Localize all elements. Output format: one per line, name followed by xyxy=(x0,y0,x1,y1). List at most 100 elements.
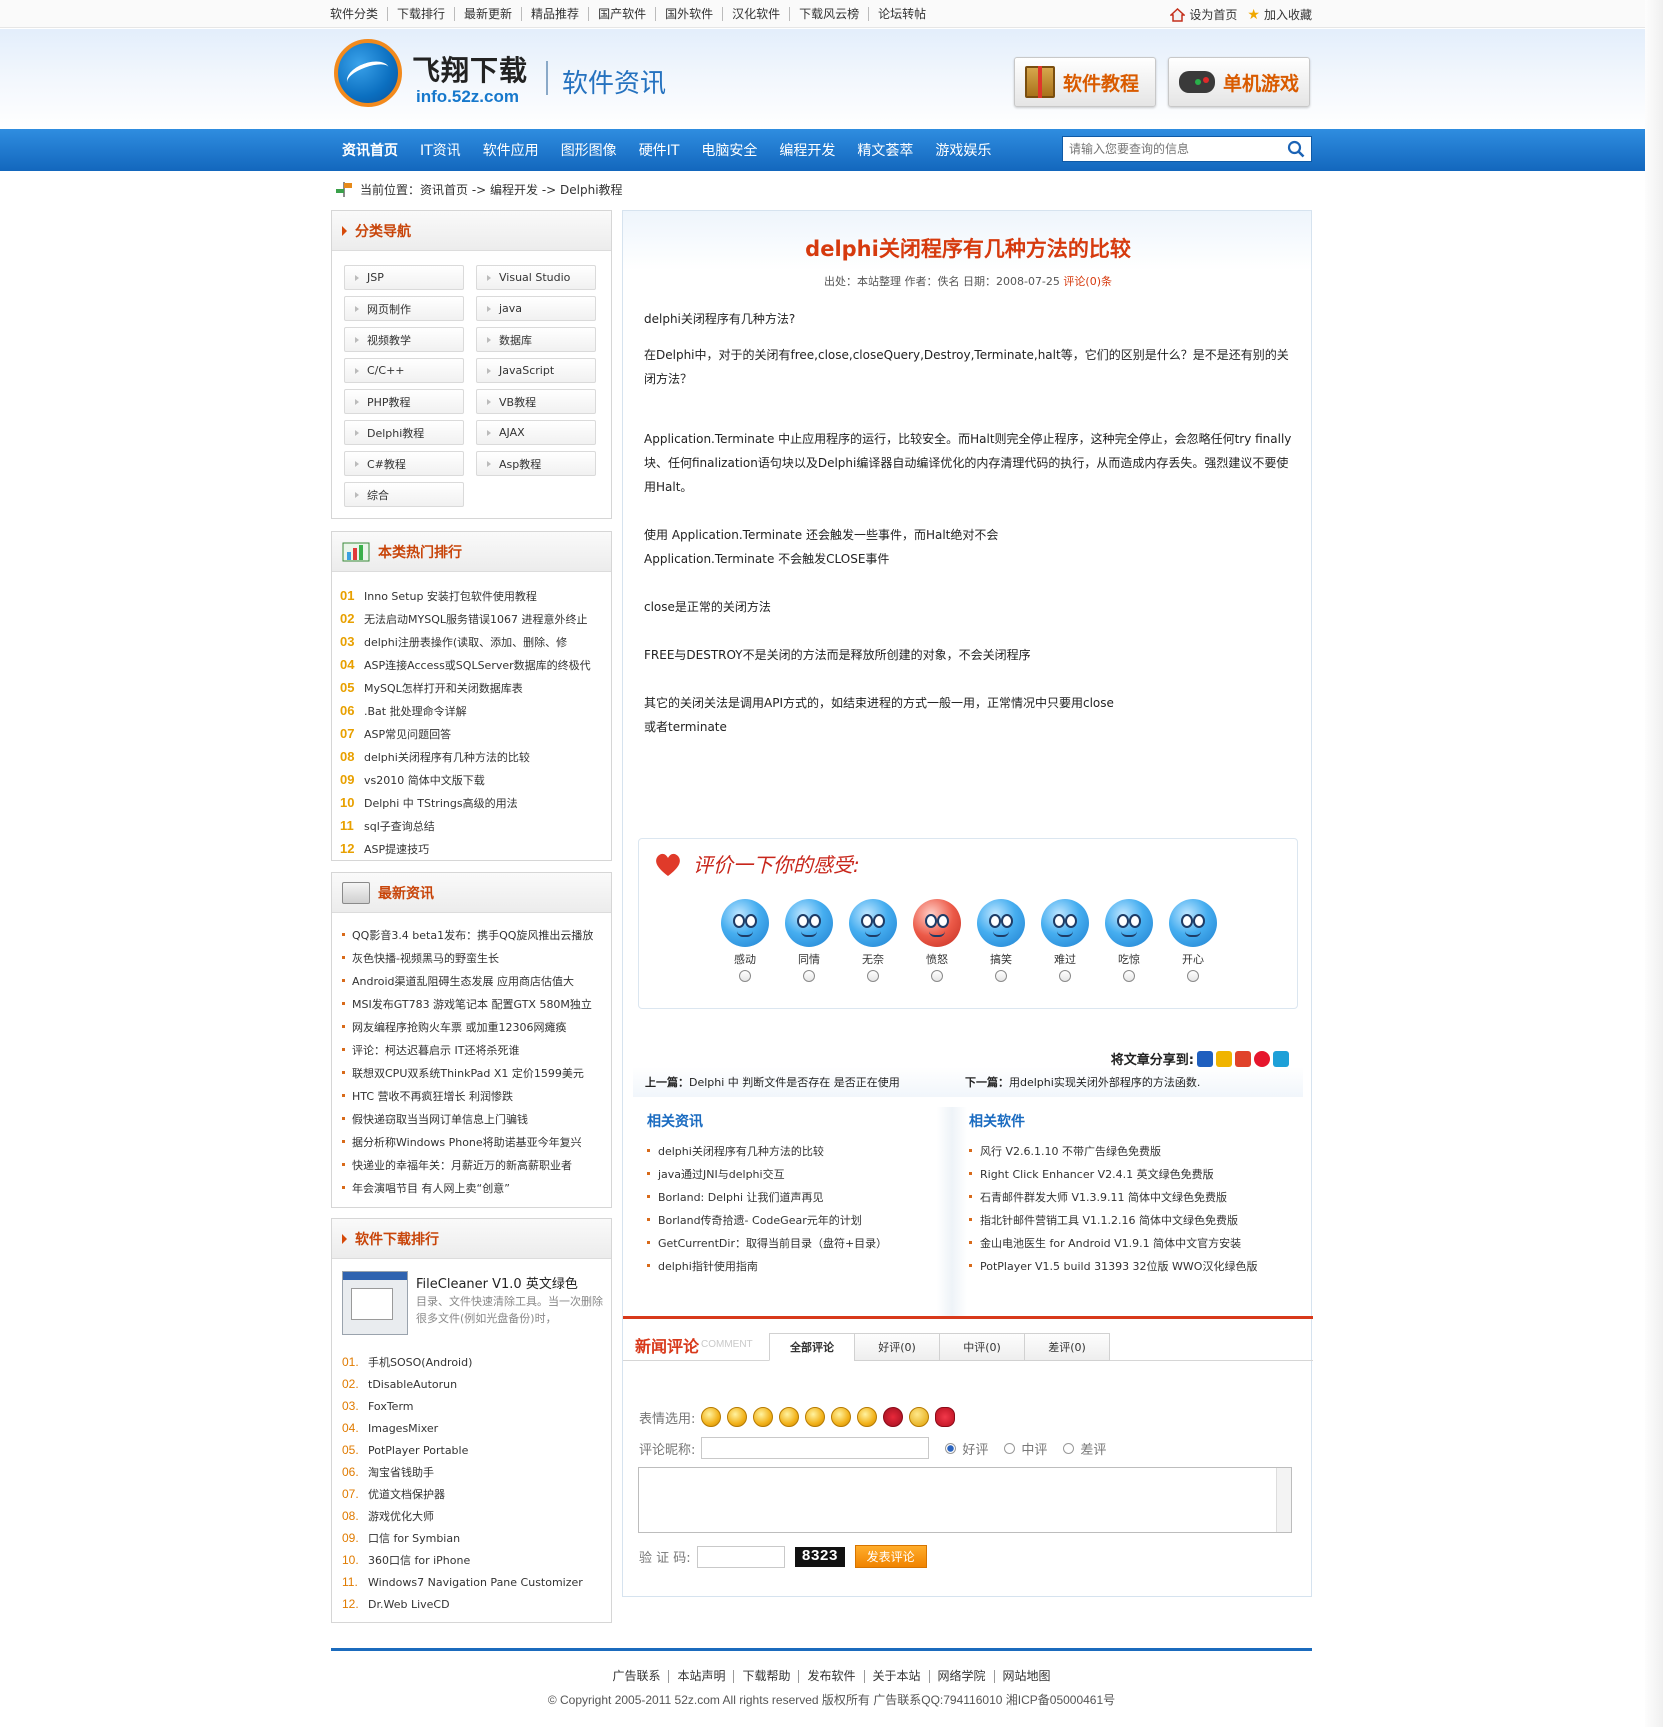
list-item[interactable]: 风行 V2.6.1.10 不带广告绿色免费版 xyxy=(969,1139,1269,1162)
list-item[interactable]: 10. 360口信 for iPhone xyxy=(342,1549,583,1571)
nav-item-graphics[interactable]: 图形图像 xyxy=(561,140,617,160)
mood-radio[interactable] xyxy=(995,970,1007,982)
list-item[interactable]: 11 sql子查询总结 xyxy=(340,814,611,837)
list-item[interactable]: 联想双CPU双系统ThinkPad X1 定价1599美元 xyxy=(342,1061,611,1084)
breadcrumb-text[interactable]: 当前位置：资讯首页 -> 编程开发 -> Delphi教程 xyxy=(360,181,623,198)
mood-sad[interactable]: 难过 xyxy=(1037,899,1093,982)
list-item[interactable]: Right Click Enhancer V2.4.1 英文绿色免费版 xyxy=(969,1162,1269,1185)
mood-sympathy[interactable]: 同情 xyxy=(781,899,837,982)
mood-radio[interactable] xyxy=(1123,970,1135,982)
list-item[interactable]: 01 Inno Setup 安装打包软件使用教程 xyxy=(340,584,611,607)
submit-comment-button[interactable]: 发表评论 xyxy=(854,1545,927,1568)
list-item[interactable]: 06. 淘宝省钱助手 xyxy=(342,1461,583,1483)
list-item[interactable]: 12. Dr.Web LiveCD xyxy=(342,1593,583,1615)
laugh-emoji-icon[interactable] xyxy=(831,1407,852,1427)
list-item[interactable]: 07. 优道文档保护器 xyxy=(342,1483,583,1505)
list-item[interactable]: java通过JNI与delphi交互 xyxy=(647,1162,947,1185)
list-item[interactable]: 05 MySQL怎样打开和关闭数据库表 xyxy=(340,676,611,699)
list-item[interactable]: 07 ASP常见问题回答 xyxy=(340,722,611,745)
list-item[interactable]: Borland传奇拾遗- CodeGear元年的计划 xyxy=(647,1208,947,1231)
page-scrollbar[interactable] xyxy=(1645,0,1663,1727)
mood-radio[interactable] xyxy=(739,970,751,982)
list-item[interactable]: HTC 营收不再疯狂增长 利润惨跌 xyxy=(342,1084,611,1107)
software-tutorial-button[interactable]: 软件教程 xyxy=(1014,57,1156,107)
list-item[interactable]: 08 delphi关闭程序有几种方法的比较 xyxy=(340,745,611,768)
top-link-rank[interactable]: 下载排行 xyxy=(387,7,454,21)
mood-surprised[interactable]: 吃惊 xyxy=(1101,899,1157,982)
list-item[interactable]: MSI发布GT783 游戏笔记本 配置GTX 580M独立 xyxy=(342,992,611,1015)
category-item[interactable]: C#教程 xyxy=(344,451,464,476)
nav-item-security[interactable]: 电脑安全 xyxy=(701,140,757,160)
tencent-weibo-icon[interactable] xyxy=(1273,1050,1289,1067)
category-item[interactable]: AJAX xyxy=(476,420,596,445)
list-item[interactable]: 02. tDisableAutorun xyxy=(342,1373,583,1395)
featured-download[interactable]: FileCleaner V1.0 英文绿色 目录、文件快速清除工具。当一次删除很… xyxy=(342,1271,604,1341)
mood-happy[interactable]: 开心 xyxy=(1165,899,1221,982)
list-item[interactable]: 02 无法启动MYSQL服务错误1067 进程意外终止 xyxy=(340,607,611,630)
top-link-featured[interactable]: 精品推荐 xyxy=(521,7,588,21)
site-logo[interactable]: 飞翔下载 info.52z.com xyxy=(334,39,534,111)
cool-emoji-icon[interactable] xyxy=(727,1407,748,1427)
weibo-icon[interactable] xyxy=(1254,1050,1270,1067)
list-item[interactable]: 09 vs2010 简体中文版下载 xyxy=(340,768,611,791)
textarea-scrollbar[interactable] xyxy=(1276,1468,1291,1532)
top-link-domestic[interactable]: 国产软件 xyxy=(588,7,655,21)
category-item[interactable]: 视频教学 xyxy=(344,327,464,352)
top-link-foreign[interactable]: 国外软件 xyxy=(655,7,722,21)
tab-all-comments[interactable]: 全部评论 xyxy=(769,1333,855,1361)
category-item[interactable]: VB教程 xyxy=(476,389,596,414)
category-item[interactable]: 网页制作 xyxy=(344,296,464,321)
tab-bad-comments[interactable]: 差评(0) xyxy=(1024,1333,1110,1361)
category-item[interactable]: PHP教程 xyxy=(344,389,464,414)
list-item[interactable]: 03 delphi注册表操作(读取、添加、删除、修 xyxy=(340,630,611,653)
list-item[interactable]: 08. 游戏优化大师 xyxy=(342,1505,583,1527)
list-item[interactable]: 12 ASP提速技巧 xyxy=(340,837,611,860)
mood-radio[interactable] xyxy=(867,970,879,982)
category-item[interactable]: C/C++ xyxy=(344,358,464,383)
grin-emoji-icon[interactable] xyxy=(701,1407,722,1427)
kaixin-icon[interactable] xyxy=(1235,1050,1251,1067)
mood-radio[interactable] xyxy=(1059,970,1071,982)
top-link-chart[interactable]: 下载风云榜 xyxy=(789,7,868,21)
software-thumbnail[interactable] xyxy=(342,1271,408,1335)
smile-emoji-icon[interactable] xyxy=(805,1407,826,1427)
nav-item-hardware[interactable]: 硬件IT xyxy=(639,140,680,160)
list-item[interactable]: 网友编程序抢购火车票 或加重12306网瘫痪 xyxy=(342,1015,611,1038)
nav-item-games[interactable]: 游戏娱乐 xyxy=(935,140,991,160)
list-item[interactable]: 假快递窃取当当网订单信息上门骗钱 xyxy=(342,1107,611,1130)
featured-download-title[interactable]: FileCleaner V1.0 英文绿色 xyxy=(416,1273,578,1292)
list-item[interactable]: GetCurrentDir：取得当前目录（盘符+目录） xyxy=(647,1231,947,1254)
single-game-button[interactable]: 单机游戏 xyxy=(1168,57,1310,107)
list-item[interactable]: Android渠道乱阻碍生态发展 应用商店估值大 xyxy=(342,969,611,992)
list-item[interactable]: 09. 口信 for Symbian xyxy=(342,1527,583,1549)
search-icon[interactable] xyxy=(1287,140,1305,158)
nav-item-home[interactable]: 资讯首页 xyxy=(342,140,398,160)
comment-textarea[interactable] xyxy=(638,1467,1292,1533)
next-article-link[interactable]: 下一篇：用delphi实现关闭外部程序的方法函数. xyxy=(965,1074,1200,1090)
comment-count-link[interactable]: 评论(0)条 xyxy=(1063,275,1112,288)
list-item[interactable]: 10 Delphi 中 TStrings高级的用法 xyxy=(340,791,611,814)
footer-link-publish[interactable]: 发布软件 xyxy=(798,1670,863,1683)
footer-link-ads[interactable]: 广告联系 xyxy=(604,1670,668,1683)
category-item[interactable]: 综合 xyxy=(344,482,464,507)
mood-touched[interactable]: 感动 xyxy=(717,899,773,982)
category-item[interactable]: Delphi教程 xyxy=(344,420,464,445)
add-favorite-link[interactable]: ★ 加入收藏 xyxy=(1247,6,1312,23)
list-item[interactable]: 石青邮件群发大师 V1.3.9.11 简体中文绿色免费版 xyxy=(969,1185,1269,1208)
top-link-latest[interactable]: 最新更新 xyxy=(454,7,521,21)
tab-neutral-comments[interactable]: 中评(0) xyxy=(939,1333,1025,1361)
footer-link-academy[interactable]: 网络学院 xyxy=(928,1670,994,1683)
nav-item-programming[interactable]: 编程开发 xyxy=(779,140,835,160)
list-item[interactable]: 06 .Bat 批处理命令详解 xyxy=(340,699,611,722)
list-item[interactable]: 年会演唱节目 有人网上卖“创意” xyxy=(342,1176,611,1199)
list-item[interactable]: 灰色快播-视频黑马的野蛮生长 xyxy=(342,946,611,969)
mood-funny[interactable]: 搞笑 xyxy=(973,899,1029,982)
thumbs-up-emoji-icon[interactable] xyxy=(857,1407,878,1427)
list-item[interactable]: 快递业的幸福年关：月薪近万的新高薪职业者 xyxy=(342,1153,611,1176)
list-item[interactable]: 03. FoxTerm xyxy=(342,1395,583,1417)
lips-emoji-icon[interactable] xyxy=(935,1407,956,1427)
list-item[interactable]: 指北针邮件营销工具 V1.1.2.16 简体中文绿色免费版 xyxy=(969,1208,1269,1231)
top-link-forum[interactable]: 论坛转帖 xyxy=(868,7,935,21)
list-item[interactable]: 04. ImagesMixer xyxy=(342,1417,583,1439)
list-item[interactable]: 04 ASP连接Access或SQLServer数据库的终极代 xyxy=(340,653,611,676)
